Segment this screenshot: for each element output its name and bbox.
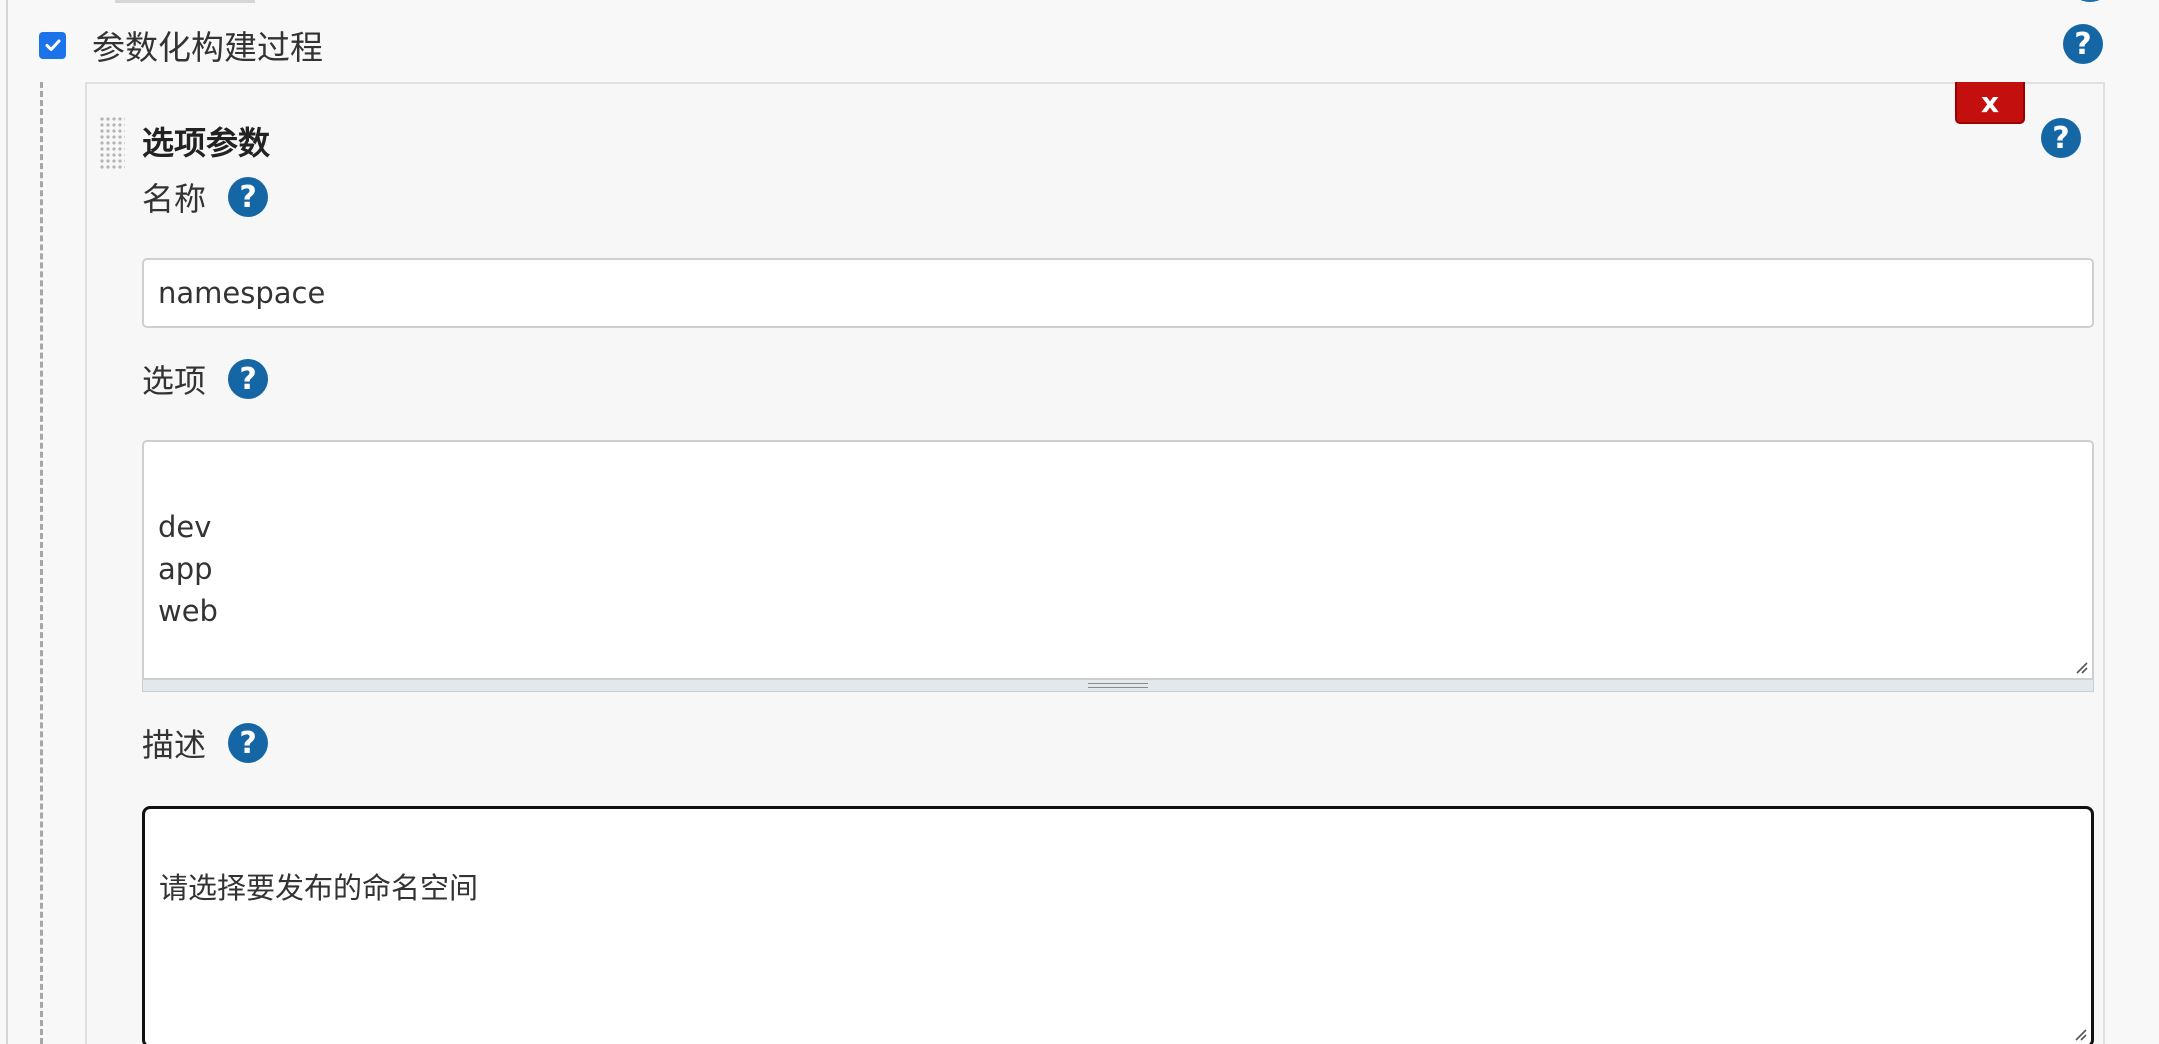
help-icon[interactable]: ?	[228, 359, 269, 399]
drag-handle-icon[interactable]	[99, 116, 125, 170]
grip-lines-icon	[1088, 683, 1148, 688]
help-icon[interactable]: ?	[2063, 24, 2103, 64]
help-icon-partial[interactable]	[2071, 0, 2109, 2]
description-label: 描述	[142, 726, 207, 764]
resize-corner-icon[interactable]	[2072, 658, 2088, 674]
previous-section-hint	[115, 0, 255, 3]
description-value: 请选择要发布的命名空间	[159, 871, 479, 905]
nesting-guide-line	[40, 82, 43, 1044]
section-border	[6, 0, 8, 1044]
parameter-type-title: 选项参数	[142, 124, 271, 162]
help-icon[interactable]: ?	[228, 723, 269, 763]
choice-parameter-panel: 选项参数 x ? 名称 ? namespace 选项 ? dev app web…	[85, 82, 2105, 1044]
parameterized-build-label[interactable]: 参数化构建过程	[92, 21, 323, 69]
description-textarea[interactable]: 请选择要发布的命名空间	[142, 806, 2094, 1044]
resize-corner-icon[interactable]	[2071, 1025, 2087, 1041]
name-field-label-row: 名称 ?	[142, 174, 269, 220]
parameterized-build-row: 参数化构建过程	[39, 22, 323, 68]
options-value: dev app web	[158, 510, 218, 628]
options-textarea[interactable]: dev app web	[142, 440, 2094, 680]
description-field-label-row: 描述 ?	[142, 720, 269, 766]
name-input[interactable]: namespace	[142, 258, 2094, 328]
options-resize-grip[interactable]	[142, 680, 2094, 692]
jenkins-config-page: 参数化构建过程 ? 选项参数 x ? 名称 ? namespace 选项 ? d…	[0, 0, 2159, 1044]
name-label: 名称	[142, 180, 207, 218]
options-field-label-row: 选项 ?	[142, 356, 269, 402]
help-icon[interactable]: ?	[228, 177, 269, 217]
options-label: 选项	[142, 362, 207, 400]
checkmark-icon	[45, 39, 60, 51]
delete-parameter-button[interactable]: x	[1955, 82, 2025, 124]
help-icon[interactable]: ?	[2041, 118, 2081, 158]
parameterized-build-checkbox[interactable]	[39, 31, 66, 59]
